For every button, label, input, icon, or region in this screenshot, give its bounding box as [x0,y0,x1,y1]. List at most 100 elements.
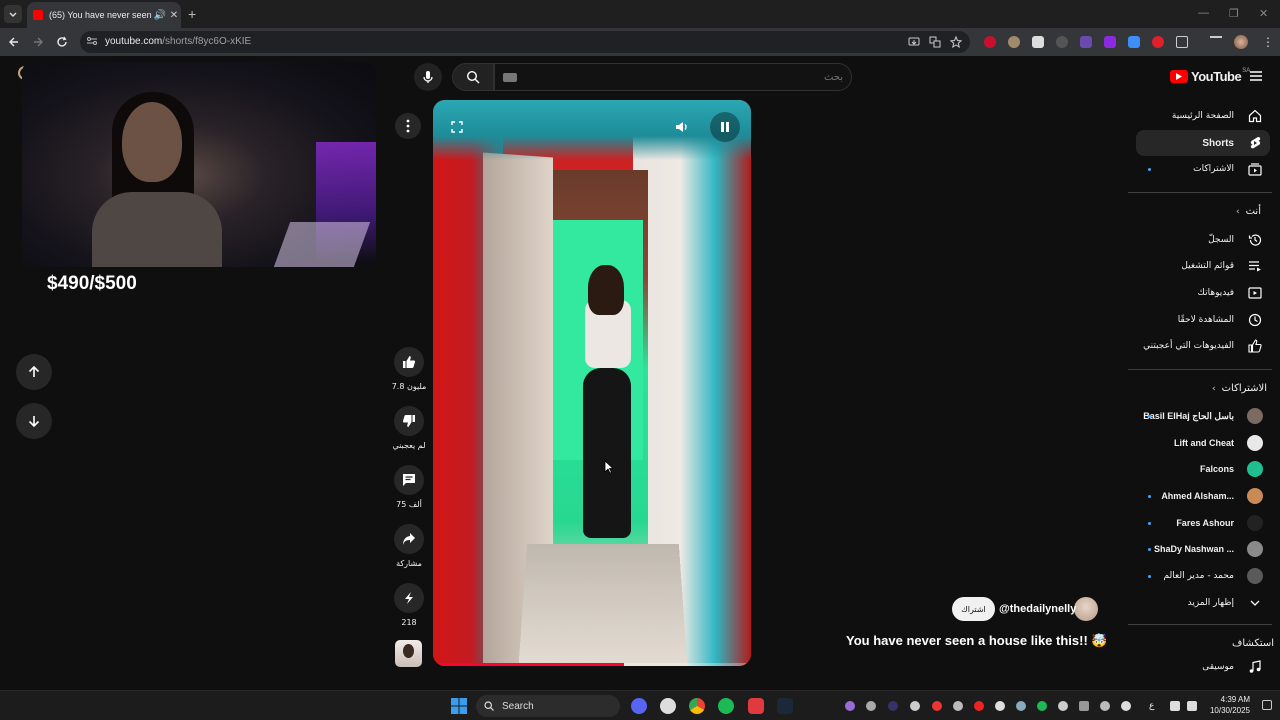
steam-icon[interactable] [777,698,793,714]
window-close-button[interactable]: ✕ [1259,7,1268,20]
sidebar-item-liked-videos[interactable]: الفيديوهات التي أعجبتني [1136,333,1270,359]
notifications-icon[interactable] [1262,700,1272,710]
tray-icon[interactable] [1079,701,1089,711]
back-button[interactable] [6,34,22,50]
youtube-logo[interactable]: YouTube SA [1170,68,1250,84]
site-info-icon[interactable] [86,35,98,47]
translate-icon[interactable] [929,36,941,48]
shield-extension-icon[interactable] [1032,36,1044,48]
sidebar-item-your-videos[interactable]: فيديوهاتك [1136,280,1270,306]
tray-icon[interactable] [1037,701,1047,711]
video-progress-bar[interactable] [433,663,751,666]
tray-icon[interactable] [953,701,963,711]
tray-icon[interactable] [1058,701,1068,711]
next-short-button[interactable] [16,403,52,439]
extension-icon[interactable] [1008,36,1020,48]
extension-icon[interactable] [984,36,996,48]
sidebar-item-playlists[interactable]: قوائم التشغيل [1136,253,1270,279]
tray-icon[interactable] [1100,701,1110,711]
tray-icon[interactable] [910,701,920,711]
more-options-button[interactable] [395,113,421,139]
search-box[interactable] [494,63,852,91]
app-icon[interactable] [748,698,764,714]
share-button[interactable] [394,524,424,554]
subscription-item[interactable]: Fares Ashour [1136,510,1270,536]
shorts-video-player[interactable] [433,100,751,666]
tray-icon[interactable] [995,701,1005,711]
sidebar-item-home[interactable]: الصفحة الرئيسية [1136,103,1270,129]
search-input[interactable] [525,68,843,86]
tray-icon[interactable] [845,701,855,711]
new-tab-button[interactable]: + [188,7,196,21]
audio-source-thumbnail[interactable] [395,640,422,667]
browser-tab[interactable]: (65) You have never seen a 🔊 ✕ [27,2,181,28]
windows-start-icon[interactable] [451,698,467,714]
tab-list-button[interactable] [4,5,22,23]
sidebar-item-music[interactable]: موسيقى [1136,654,1270,680]
tab-audio-icon[interactable]: 🔊 [153,10,167,21]
forward-button[interactable] [30,34,46,50]
comments-button[interactable] [394,465,424,495]
discord-icon[interactable] [631,698,647,714]
subscription-item[interactable]: Lift and Cheat [1136,430,1270,456]
sidebar-item-subscriptions[interactable]: الاشتراكات [1136,156,1270,182]
reading-list-icon[interactable] [1210,36,1222,44]
sidebar-section-subscriptions[interactable]: ‹ الاشتراكات [1212,383,1267,394]
show-more-button[interactable]: إظهار المزيد [1136,590,1270,616]
spotify-icon[interactable] [718,698,734,714]
profile-avatar[interactable] [1234,35,1248,49]
speaker-icon[interactable] [1187,701,1197,711]
share-action: مشاركة [389,524,429,568]
install-app-icon[interactable] [908,36,920,48]
obs-icon[interactable] [660,698,676,714]
browser-menu-icon[interactable]: ⋮ [1262,36,1274,48]
dislike-button[interactable] [394,406,424,436]
address-bar[interactable]: youtube.com/shorts/f8yc6O-xKIE [80,31,970,53]
subscription-item[interactable]: ShaDy Nashwan ... [1136,536,1270,562]
extensions-puzzle-icon[interactable] [1176,36,1188,48]
remix-button[interactable] [394,583,424,613]
channel-avatar[interactable] [1074,597,1098,621]
extension-icon[interactable] [1080,36,1092,48]
subscription-item[interactable]: Falcons [1136,456,1270,482]
subscription-item[interactable]: Ahmed Alsham... [1136,483,1270,509]
sidebar-item-shorts[interactable]: Shorts [1136,130,1270,156]
pause-button[interactable] [710,112,740,142]
subscribe-button[interactable]: اشتراك [952,597,995,621]
tab-close-button[interactable]: ✕ [167,10,181,21]
extension-icon[interactable] [1152,36,1164,48]
voice-search-button[interactable] [414,63,442,91]
fullscreen-button[interactable] [442,112,472,142]
input-language[interactable]: ع [1149,700,1154,711]
tray-icon[interactable] [866,701,876,711]
wifi-icon[interactable] [1170,701,1180,711]
guide-menu-button[interactable] [1249,70,1263,82]
maximize-button[interactable]: ❐ [1229,7,1239,20]
subscription-item[interactable]: Basil ElHaj باسل الحاج [1136,403,1270,429]
tray-icon[interactable] [1016,701,1026,711]
previous-short-button[interactable] [16,354,52,390]
channel-handle[interactable]: @thedailynelly [999,603,1076,615]
volume-button[interactable] [667,112,697,142]
tray-icon[interactable] [932,701,942,711]
minimize-button[interactable]: — [1198,7,1209,19]
tray-icon[interactable] [888,701,898,711]
subscription-item[interactable]: محمد - مدير العالم [1136,563,1270,589]
bookmark-star-icon[interactable] [950,36,962,48]
extension-icon[interactable] [1128,36,1140,48]
taskbar-clock[interactable]: 4:39 AM 10/30/2025 [1206,694,1250,716]
sidebar-section-you[interactable]: ‹ أنت [1236,206,1261,217]
extension-icon[interactable] [1056,36,1068,48]
like-button[interactable] [394,347,424,377]
keyboard-icon[interactable] [503,73,517,82]
taskbar-search[interactable]: Search [476,695,620,717]
tray-icon[interactable] [974,701,984,711]
search-button[interactable] [452,63,494,91]
microphone-tray-icon[interactable] [1121,701,1131,711]
short-title[interactable]: You have never seen a house like this!! … [846,633,1108,649]
extension-icon[interactable] [1104,36,1116,48]
sidebar-item-watch-later[interactable]: المشاهدة لاحقًا [1136,307,1270,333]
chrome-icon[interactable] [689,698,705,714]
sidebar-item-history[interactable]: السجلّ [1136,227,1270,253]
reload-button[interactable] [54,34,70,50]
